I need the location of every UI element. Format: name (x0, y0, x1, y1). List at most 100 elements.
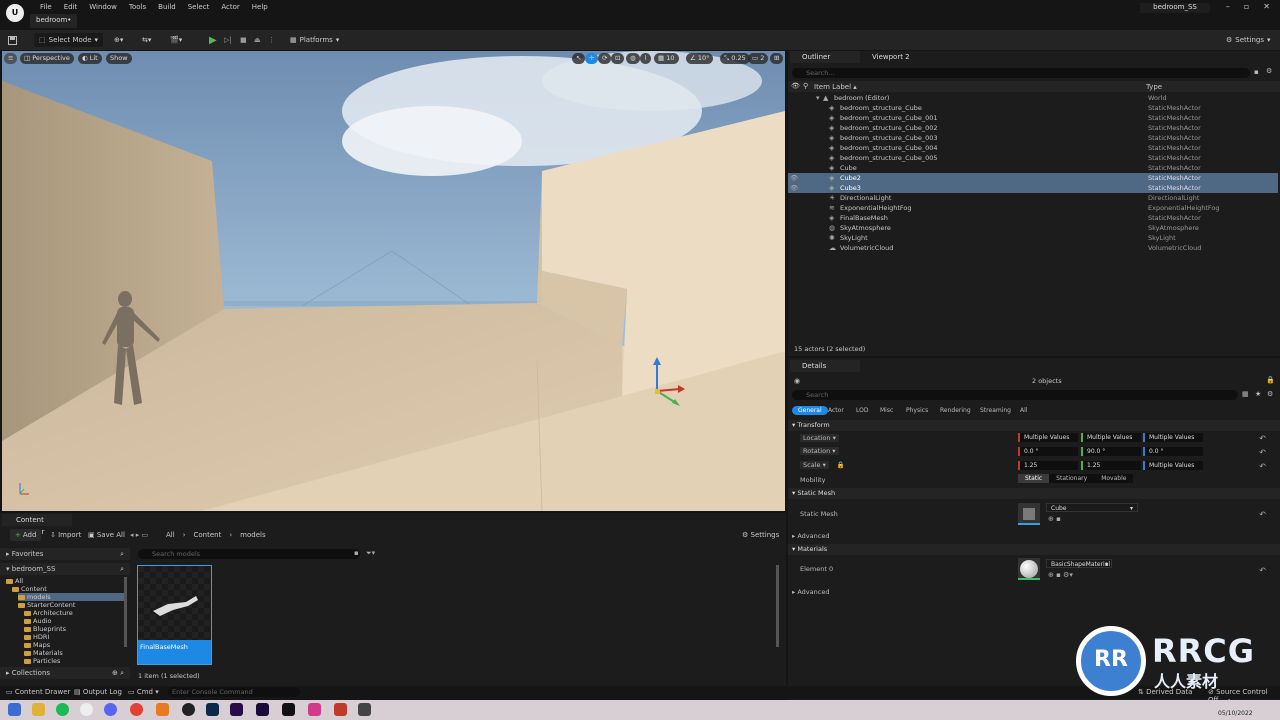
start-icon[interactable] (8, 703, 21, 716)
rotate-tool-icon[interactable]: ⟳ (598, 53, 612, 64)
details-search-input[interactable]: Search (792, 390, 1238, 400)
filter-tab-misc[interactable]: Misc (874, 406, 899, 415)
add-button[interactable]: + Add (10, 529, 42, 541)
filter-tab-rendering[interactable]: Rendering (934, 406, 977, 415)
folder-item[interactable]: Audio (24, 617, 51, 625)
outliner-search-input[interactable]: Search... (792, 68, 1250, 78)
folder-item[interactable]: HDRI (24, 633, 49, 641)
location-z-field[interactable]: Multiple Values (1143, 433, 1203, 442)
static-mesh-select[interactable]: Cube ▾ (1046, 503, 1138, 512)
scale-x-field[interactable]: 1.25 (1018, 461, 1078, 470)
search-icon[interactable]: ⌕ (120, 548, 124, 560)
scale-z-field[interactable]: Multiple Values (1143, 461, 1203, 470)
menu-item-help[interactable]: Help (246, 1, 274, 13)
folder-item[interactable]: Maps (24, 641, 50, 649)
visibility-icon[interactable]: 👁 (790, 173, 798, 183)
discord-icon[interactable] (104, 703, 117, 716)
outliner-row[interactable]: ◈ Cube StaticMeshActor (788, 163, 1278, 173)
outliner-row[interactable]: ◈ FinalBaseMesh StaticMeshActor (788, 213, 1278, 223)
select-mode-dropdown[interactable]: ⬚ Select Mode ▾ (34, 33, 104, 47)
rotation-dropdown[interactable]: Rotation ▾ (800, 447, 839, 455)
step-icon[interactable]: ▷| (224, 33, 232, 47)
reset-location-icon[interactable]: ↶ (1259, 434, 1266, 443)
scale-y-field[interactable]: 1.25 (1081, 461, 1141, 470)
breadcrumb-item[interactable]: All (166, 531, 175, 539)
save-search-icon[interactable]: ▪ (354, 549, 359, 557)
play-button[interactable]: ▶ (209, 33, 217, 47)
advanced-mesh-toggle[interactable]: ▸ Advanced (792, 532, 829, 540)
select-tool-icon[interactable]: ↖ (572, 53, 586, 64)
rotation-y-field[interactable]: 90.0 ° (1081, 447, 1141, 456)
content-drawer-button[interactable]: ▭ Content Drawer (6, 688, 70, 696)
camera-speed-button[interactable]: ▭ 2 (748, 53, 769, 64)
folder-item[interactable]: Particles (24, 657, 60, 665)
app-icon-3[interactable] (334, 703, 347, 716)
add-collection-icon[interactable]: ⊕ ⌕ (112, 667, 124, 679)
outliner-row[interactable]: ◍ SkyAtmosphere SkyAtmosphere (788, 223, 1278, 233)
outliner-row[interactable]: ◈ bedroom_structure_Cube StaticMeshActor (788, 103, 1278, 113)
project-header[interactable]: ▾ bedroom_SS ⌕ (0, 563, 130, 575)
cb-search-input[interactable]: Search models (138, 549, 360, 559)
filter-icon[interactable]: ⏷▾ (366, 549, 375, 558)
col-type[interactable]: Type (1146, 83, 1162, 91)
chrome-icon[interactable] (130, 703, 143, 716)
asset-tile[interactable]: FinalBaseMesh (137, 565, 212, 665)
table-view-icon[interactable]: ▦ (1242, 390, 1249, 398)
cinematics-icon[interactable]: 🎬▾ (170, 33, 182, 47)
close-icon[interactable]: ✕ (1263, 2, 1270, 11)
folder-item[interactable]: Content (12, 585, 47, 593)
play-options-icon[interactable]: ⋮ (268, 33, 275, 47)
folder-add-icon[interactable]: ▪ (1254, 68, 1259, 76)
filter-tab-physics[interactable]: Physics (900, 406, 934, 415)
app-icon-2[interactable] (308, 703, 321, 716)
menu-item-build[interactable]: Build (152, 1, 182, 13)
add-actor-icon[interactable]: ⊕▾ (114, 33, 123, 47)
outliner-row[interactable]: ◈ bedroom_structure_Cube_002 StaticMeshAct… (788, 123, 1278, 133)
menu-item-actor[interactable]: Actor (215, 1, 245, 13)
davinci-icon[interactable] (182, 703, 195, 716)
outliner-row[interactable]: ◈ bedroom_structure_Cube_001 StaticMeshAct… (788, 113, 1278, 123)
save-all-button[interactable]: ▣ Save All (88, 531, 125, 539)
star-icon[interactable]: ★ (1255, 390, 1261, 398)
photoshop-icon[interactable] (206, 703, 219, 716)
viewport-layout-icon[interactable]: ⊞ (770, 53, 784, 64)
folder-item[interactable]: Architecture (24, 609, 73, 617)
app-icon-4[interactable] (358, 703, 371, 716)
mobility-static[interactable]: Static (1018, 474, 1050, 483)
grid-snap-button[interactable]: ▦ 10 (654, 53, 679, 64)
minimize-icon[interactable]: – (1226, 2, 1230, 11)
search-icon[interactable]: ⌕ (120, 563, 124, 575)
rotation-snap-button[interactable]: ∠ 10° (686, 53, 714, 64)
outliner-row[interactable]: ◈ bedroom_structure_Cube_005 StaticMeshAct… (788, 153, 1278, 163)
outliner-row[interactable]: ☁ VolumetricCloud VolumetricCloud (788, 243, 1278, 253)
breadcrumb-item[interactable]: Content (194, 531, 222, 539)
folder-item[interactable]: All (6, 577, 23, 585)
menu-item-file[interactable]: File (34, 1, 58, 13)
reset-scale-icon[interactable]: ↶ (1259, 462, 1266, 471)
stop-icon[interactable]: ■ (240, 33, 247, 47)
folder-item[interactable]: Materials (24, 649, 63, 657)
unreal-logo-icon[interactable]: U (6, 4, 24, 22)
perspective-button[interactable]: ◫ Perspective (20, 53, 74, 64)
collections-header[interactable]: ▸ Collections ⊕ ⌕ (0, 667, 130, 679)
tab-content-browser[interactable]: Content Browser (2, 514, 72, 536)
maximize-icon[interactable]: ▫ (1244, 2, 1249, 11)
outliner-row[interactable]: ≋ ExponentialHeightFog ExponentialHeightFo… (788, 203, 1278, 213)
folder-item[interactable]: StarterContent (18, 601, 75, 609)
asset-tools-icons[interactable]: ⊕ ▪ (1048, 515, 1061, 523)
save-icon[interactable] (8, 33, 17, 47)
world-space-icon[interactable]: ◍ (626, 53, 640, 64)
menu-item-select[interactable]: Select (182, 1, 216, 13)
location-dropdown[interactable]: Location ▾ (800, 434, 839, 442)
premiere-icon[interactable] (230, 703, 243, 716)
col-item-label[interactable]: Item Label ▴ (814, 83, 857, 91)
outliner-row[interactable]: ☀ DirectionalLight DirectionalLight (788, 193, 1278, 203)
tab-viewport-2[interactable]: Viewport 2 (872, 51, 910, 63)
surface-snap-icon[interactable]: ⌇ (640, 53, 652, 64)
gear-icon[interactable]: ⚙ (1267, 390, 1273, 398)
level-tab[interactable]: bedroom• (30, 14, 78, 28)
folder-item[interactable]: Blueprints (24, 625, 66, 633)
visibility-icon[interactable]: 👁 (790, 183, 798, 193)
tab-details[interactable]: Details (790, 360, 860, 372)
rotation-x-field[interactable]: 0.0 ° (1018, 447, 1078, 456)
